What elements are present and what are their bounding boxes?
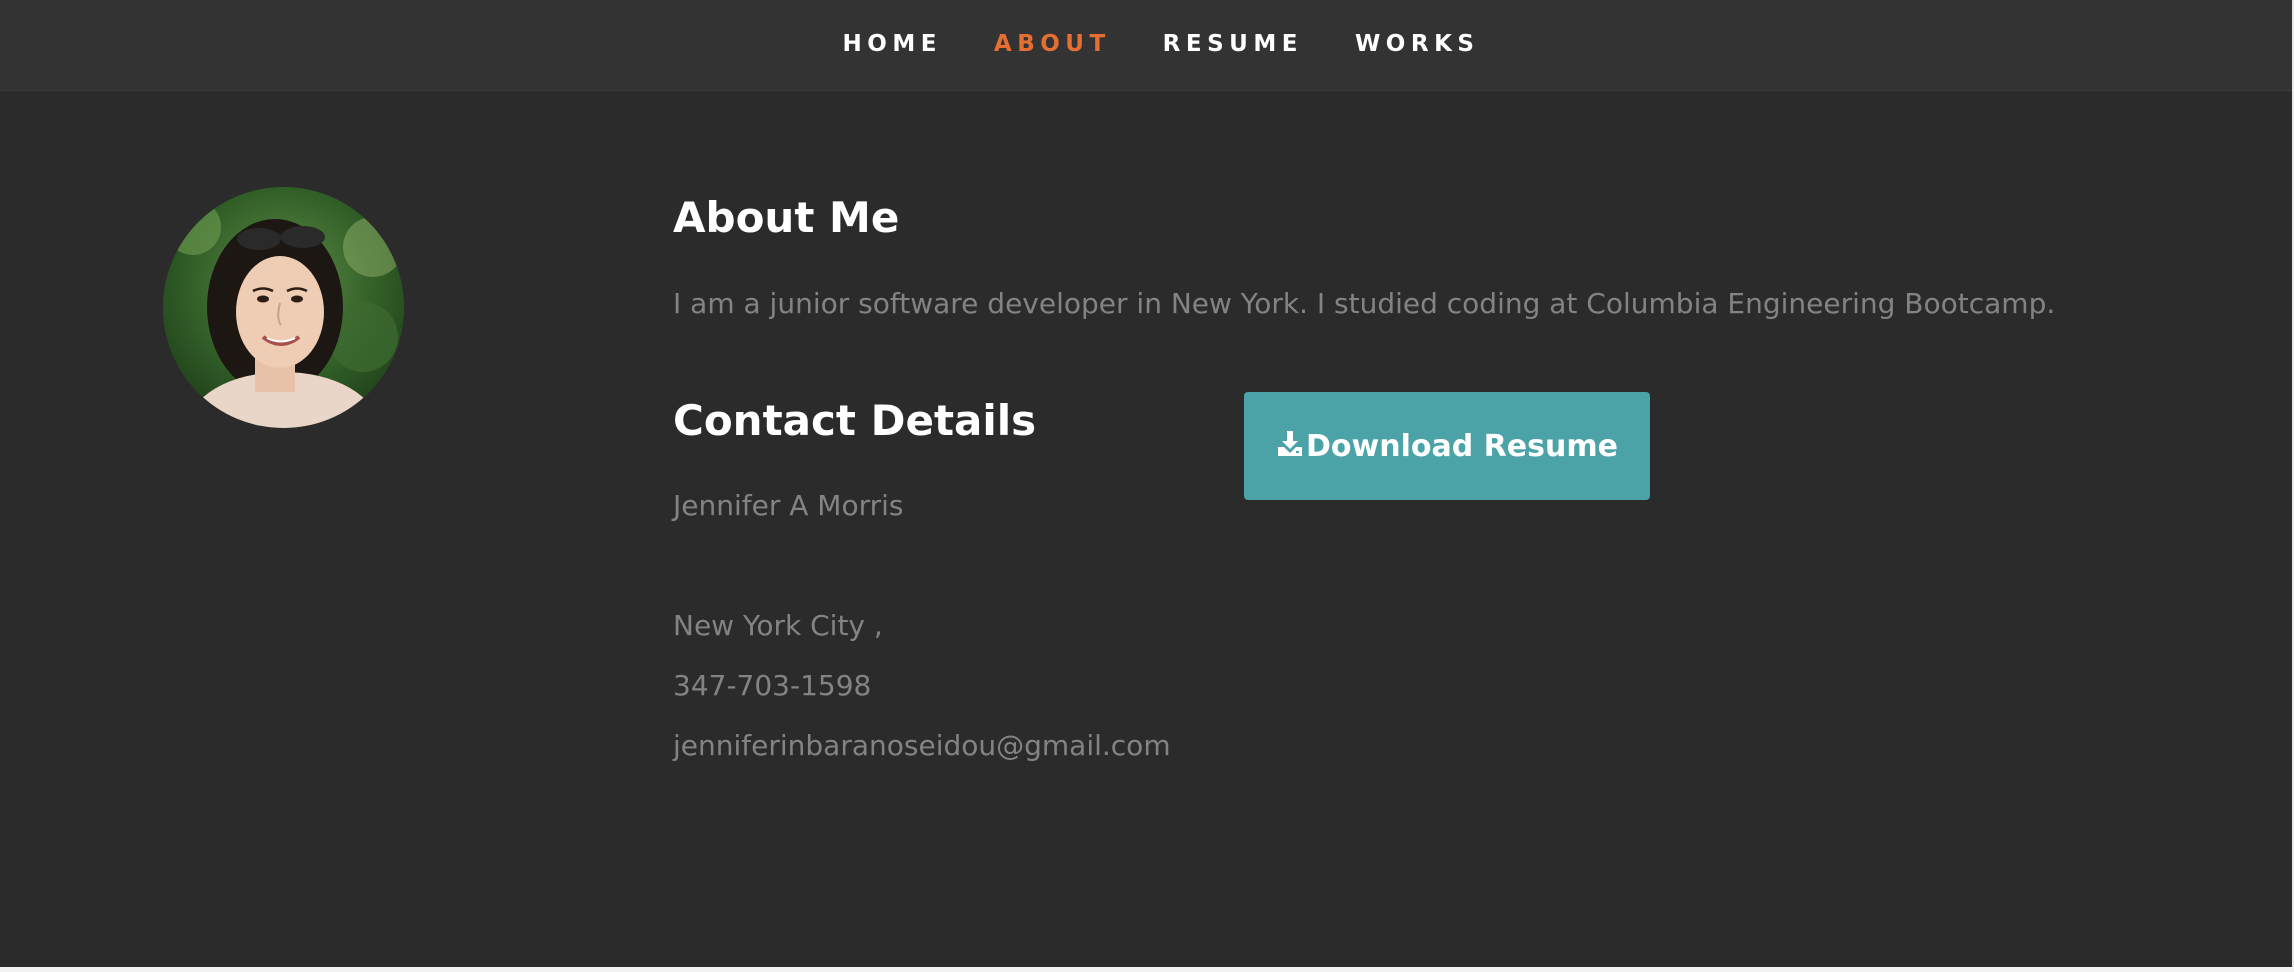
nav-list: HOME ABOUT RESUME WORKS: [0, 0, 2292, 88]
profile-photo: [163, 187, 404, 428]
contact-city: New York City ,: [673, 609, 883, 642]
window-bottom-edge: [0, 967, 2294, 972]
download-resume-button[interactable]: Download Resume: [1244, 392, 1650, 500]
about-text: I am a junior software developer in New …: [673, 287, 2056, 320]
nav-item-home[interactable]: HOME: [843, 31, 942, 57]
contact-heading: Contact Details: [673, 396, 1037, 445]
top-navigation: HOME ABOUT RESUME WORKS: [0, 0, 2292, 91]
download-resume-label: Download Resume: [1306, 428, 1618, 464]
contact-email[interactable]: jenniferinbaranoseidou@gmail.com: [673, 726, 1171, 766]
download-icon: [1276, 429, 1304, 457]
contact-phone: 347-703-1598: [673, 669, 872, 702]
nav-item-about[interactable]: ABOUT: [994, 31, 1111, 57]
nav-item-works[interactable]: WORKS: [1355, 31, 1480, 57]
contact-name: Jennifer A Morris: [673, 489, 904, 522]
about-heading: About Me: [673, 193, 900, 242]
nav-item-resume[interactable]: RESUME: [1163, 31, 1303, 57]
profile-avatar: [163, 187, 404, 428]
page: HOME ABOUT RESUME WORKS About Me I am a …: [0, 0, 2292, 967]
